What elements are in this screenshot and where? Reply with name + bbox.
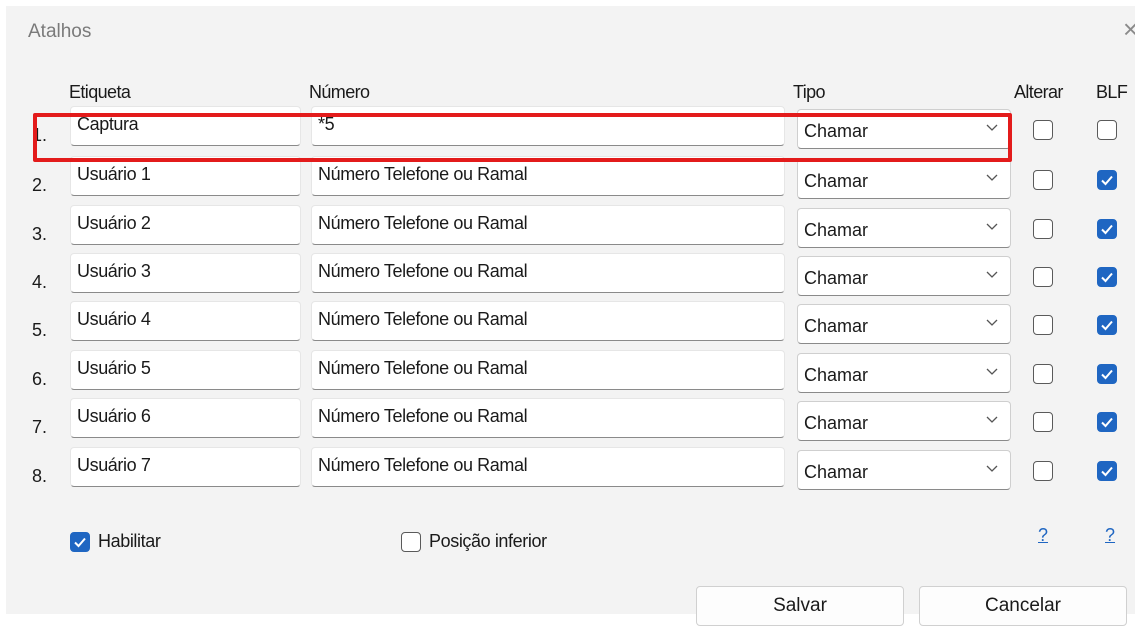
type-select[interactable]: Chamar: [797, 304, 1011, 344]
alterar-checkbox[interactable]: [1033, 267, 1053, 287]
type-select-value: Chamar: [804, 171, 869, 191]
type-select[interactable]: Chamar: [797, 450, 1011, 490]
alterar-checkbox[interactable]: [1033, 364, 1053, 384]
alterar-checkbox[interactable]: [1033, 219, 1053, 239]
alterar-checkbox[interactable]: [1033, 461, 1053, 481]
alterar-checkbox[interactable]: [1033, 120, 1053, 140]
row-number: 5.: [32, 320, 48, 340]
blf-checkbox[interactable]: [1097, 315, 1117, 335]
label-field[interactable]: Usuário 1: [70, 156, 301, 196]
chevron-down-icon: [986, 271, 998, 278]
type-select-value: Chamar: [804, 365, 869, 385]
type-select[interactable]: Chamar: [797, 256, 1011, 296]
type-select[interactable]: Chamar: [797, 401, 1011, 441]
type-select-value: Chamar: [804, 413, 869, 433]
label-field[interactable]: Usuário 3: [70, 253, 301, 293]
label-field[interactable]: Usuário 2: [70, 205, 301, 245]
type-select[interactable]: Chamar: [797, 159, 1011, 199]
type-select[interactable]: Chamar: [797, 353, 1011, 393]
alterar-checkbox[interactable]: [1033, 170, 1053, 190]
number-field[interactable]: Número Telefone ou Ramal: [311, 205, 785, 245]
close-icon[interactable]: ×: [1123, 14, 1135, 44]
header-change: Alterar: [1014, 82, 1063, 102]
row-number: 7.: [32, 417, 48, 437]
type-select-value: Chamar: [804, 316, 869, 336]
enable-checkbox[interactable]: [70, 532, 90, 552]
row-number: 6.: [32, 369, 48, 389]
alterar-help-link[interactable]: ?: [1038, 525, 1048, 546]
label-field[interactable]: Usuário 5: [70, 350, 301, 390]
blf-checkbox[interactable]: [1097, 364, 1117, 384]
alterar-checkbox[interactable]: [1033, 412, 1053, 432]
header-number: Número: [309, 82, 370, 102]
type-select-value: Chamar: [804, 220, 869, 240]
blf-checkbox[interactable]: [1097, 120, 1117, 140]
blf-checkbox[interactable]: [1097, 219, 1117, 239]
blf-checkbox[interactable]: [1097, 412, 1117, 432]
chevron-down-icon: [986, 465, 998, 472]
label-field[interactable]: Usuário 4: [70, 301, 301, 341]
row-number: 2.: [32, 175, 48, 195]
type-select[interactable]: Chamar: [797, 208, 1011, 248]
header-blf: BLF: [1096, 82, 1128, 102]
cancel-button[interactable]: Cancelar: [919, 586, 1127, 626]
number-field[interactable]: Número Telefone ou Ramal: [311, 301, 785, 341]
bottom-position-label: Posição inferior: [429, 531, 547, 551]
chevron-down-icon: [986, 416, 998, 423]
highlight-box: [33, 113, 1012, 162]
number-field[interactable]: Número Telefone ou Ramal: [311, 253, 785, 293]
label-field[interactable]: Usuário 6: [70, 398, 301, 438]
number-field[interactable]: Número Telefone ou Ramal: [311, 447, 785, 487]
type-select-value: Chamar: [804, 268, 869, 288]
blf-help-link[interactable]: ?: [1105, 525, 1115, 546]
bottom-position-checkbox[interactable]: [401, 532, 421, 552]
row-number: 4.: [32, 272, 48, 292]
shortcuts-dialog: Atalhos × Etiqueta Número Tipo Alterar B…: [6, 6, 1135, 626]
chevron-down-icon: [986, 174, 998, 181]
number-field[interactable]: Número Telefone ou Ramal: [311, 156, 785, 196]
header-type: Tipo: [793, 82, 826, 102]
alterar-checkbox[interactable]: [1033, 315, 1053, 335]
chevron-down-icon: [986, 223, 998, 230]
blf-checkbox[interactable]: [1097, 170, 1117, 190]
save-button[interactable]: Salvar: [696, 586, 904, 626]
number-field[interactable]: Número Telefone ou Ramal: [311, 398, 785, 438]
chevron-down-icon: [986, 368, 998, 375]
header-label: Etiqueta: [69, 82, 131, 102]
blf-checkbox[interactable]: [1097, 267, 1117, 287]
enable-label: Habilitar: [98, 531, 161, 551]
blf-checkbox[interactable]: [1097, 461, 1117, 481]
row-number: 3.: [32, 224, 48, 244]
row-number: 8.: [32, 466, 48, 486]
number-field[interactable]: Número Telefone ou Ramal: [311, 350, 785, 390]
label-field[interactable]: Usuário 7: [70, 447, 301, 487]
chevron-down-icon: [986, 319, 998, 326]
dialog-title: Atalhos: [28, 21, 92, 42]
type-select-value: Chamar: [804, 462, 869, 482]
